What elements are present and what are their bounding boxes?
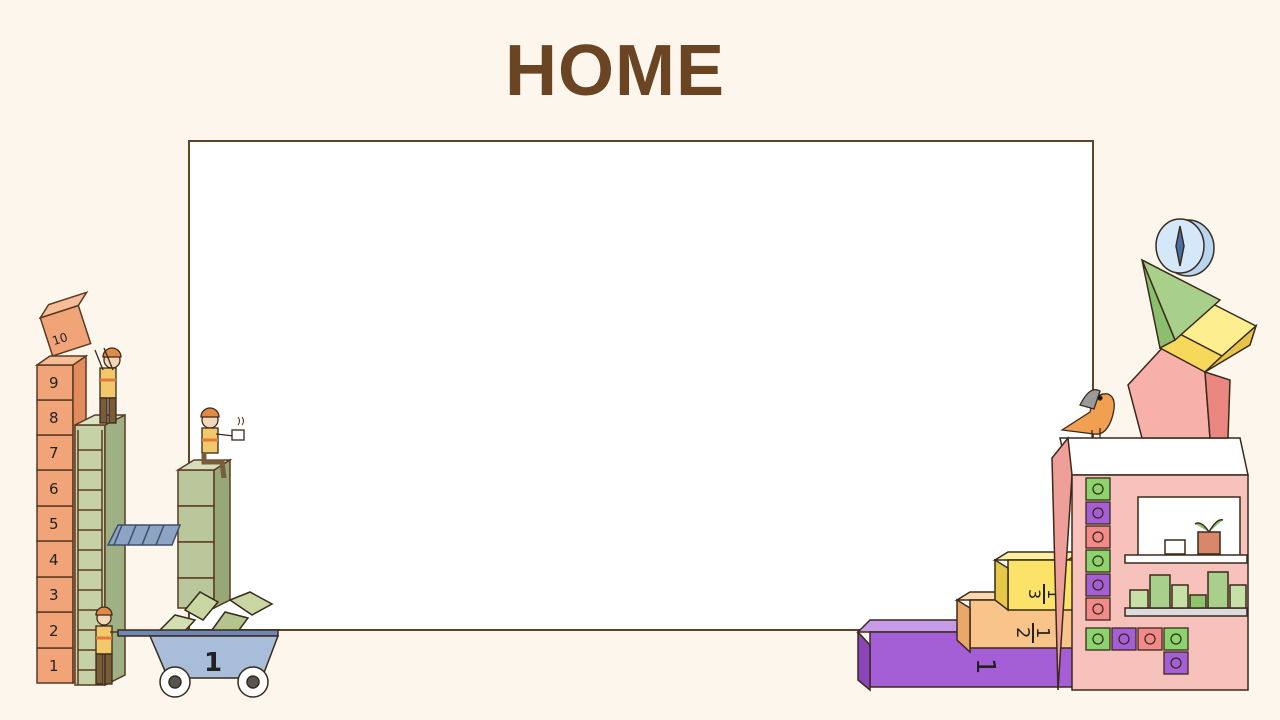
step-one-label: 1: [970, 658, 1000, 675]
svg-text:1: 1: [970, 658, 1000, 675]
compass-icon: [1155, 218, 1215, 277]
right-illustration: 1 1 2 1 3: [856, 218, 1258, 692]
house: [1051, 436, 1249, 691]
svg-text:3: 3: [1025, 589, 1044, 599]
bird-icon: [1060, 388, 1115, 438]
step-third: [992, 551, 1083, 612]
svg-text:1: 1: [1032, 627, 1053, 638]
svg-text:2: 2: [1012, 627, 1033, 638]
